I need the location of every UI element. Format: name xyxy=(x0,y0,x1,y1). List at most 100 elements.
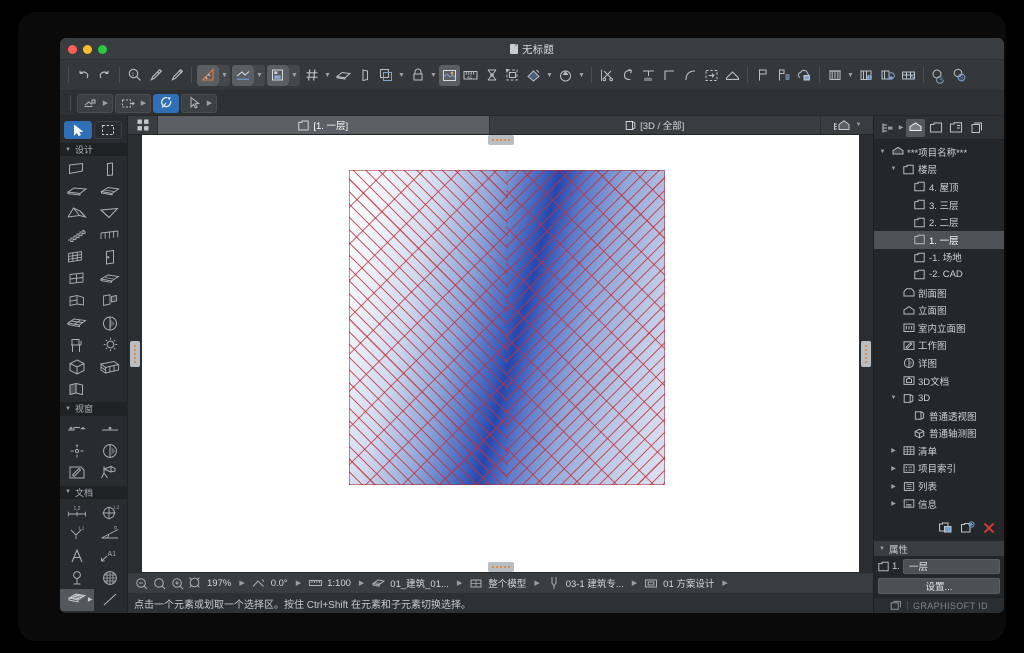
model-view-icon[interactable] xyxy=(642,577,660,590)
publisher-sets-button[interactable] xyxy=(966,119,985,137)
wall-end-tool[interactable] xyxy=(94,290,128,312)
layers-icon[interactable] xyxy=(369,577,387,590)
new-view-plus-button[interactable] xyxy=(960,520,975,540)
zoom-tool-button[interactable]: 1 xyxy=(124,65,145,86)
material-button[interactable] xyxy=(523,65,544,86)
chevron-down-icon[interactable]: ▼ xyxy=(845,65,856,86)
zoom-level[interactable]: 197% xyxy=(204,578,234,589)
lock-button[interactable] xyxy=(407,65,428,86)
label-tool[interactable]: A1 xyxy=(94,545,128,567)
chevron-right-icon[interactable]: ▶ xyxy=(888,500,899,507)
properties-header[interactable]: ▼ 属性 xyxy=(874,541,1004,556)
fillet-button[interactable] xyxy=(680,65,701,86)
chevron-down-icon[interactable]: ▼ xyxy=(856,122,862,128)
chevron-right-icon[interactable]: ▶ xyxy=(452,579,467,587)
wall-tool[interactable] xyxy=(60,158,94,180)
navigator-tree-item[interactable]: -1. 场地 xyxy=(874,249,1004,267)
wall-tool-button[interactable] xyxy=(354,65,375,86)
chevron-right-icon[interactable]: ▶ xyxy=(291,579,306,587)
library-update-button[interactable] xyxy=(877,65,898,86)
view-map-button[interactable] xyxy=(926,119,945,137)
chevron-right-icon[interactable]: ▶ xyxy=(888,465,899,472)
grid-snap-button[interactable] xyxy=(301,65,322,86)
adjust-button[interactable] xyxy=(701,65,722,86)
chevron-down-icon[interactable]: ▼ xyxy=(396,65,407,86)
corner-button[interactable] xyxy=(659,65,680,86)
column-tool[interactable] xyxy=(94,158,128,180)
chevron-right-icon[interactable]: ▶ xyxy=(529,579,544,587)
chevron-down-icon[interactable]: ▼ xyxy=(544,65,555,86)
rotate-tool-button[interactable] xyxy=(153,93,179,113)
zoom-prev-icon[interactable] xyxy=(150,577,168,590)
navigator-tree-item[interactable]: 剖面图 xyxy=(874,284,1004,302)
fill-tool[interactable] xyxy=(94,567,128,589)
chevron-down-icon[interactable]: ▼ xyxy=(888,395,899,401)
structure-display[interactable]: 整个模型 xyxy=(485,576,529,590)
morph-tool[interactable] xyxy=(60,356,94,378)
zone-stamp-tool[interactable] xyxy=(60,567,94,589)
mesh-tool[interactable] xyxy=(60,312,94,334)
roof-button[interactable] xyxy=(722,65,743,86)
section-tool[interactable] xyxy=(60,418,94,440)
navigator-tree-item[interactable]: 3. 三层 xyxy=(874,196,1004,214)
navigator-tree-item[interactable]: ▶ 清单 xyxy=(874,442,1004,460)
chevron-down-icon[interactable]: ▼ xyxy=(219,65,230,86)
interior-elevation-tool[interactable] xyxy=(60,440,94,462)
door-tool[interactable] xyxy=(94,246,128,268)
navigator-tree-item[interactable]: ▼ ***项目名称*** xyxy=(874,143,1004,161)
view-style-button[interactable]: ▼ xyxy=(821,116,873,134)
navigator-tree-item[interactable]: ▼ 楼层 xyxy=(874,161,1004,179)
teamwork-send-button[interactable]: S xyxy=(928,65,949,86)
palette-section-document-header[interactable]: ▼ 文档 xyxy=(60,485,127,499)
line-tool[interactable] xyxy=(94,589,128,611)
tab-floor-plan[interactable]: [1. 一层] xyxy=(158,116,490,134)
marquee-tool[interactable] xyxy=(94,121,122,139)
chevron-right-icon[interactable]: ▶ xyxy=(888,447,899,454)
navigator-tree-item[interactable]: 1. 一层 xyxy=(874,230,1004,249)
clone-folder-button[interactable] xyxy=(938,521,953,540)
navigator-tree-item[interactable]: 普通轴测图 xyxy=(874,425,1004,443)
orientation-icon[interactable] xyxy=(250,577,268,590)
chevron-right-icon[interactable]: ▶ xyxy=(717,579,732,587)
skylight-tool[interactable] xyxy=(94,268,128,290)
camera-tool[interactable] xyxy=(94,462,128,484)
navigator-tree-item[interactable]: 立面图 xyxy=(874,301,1004,319)
navigator-tree-item[interactable]: ▶ 项目索引 xyxy=(874,460,1004,478)
eyedropper-inject-button[interactable] xyxy=(166,65,187,86)
chevron-right-icon[interactable]: ▶ xyxy=(234,579,249,587)
corner-window-tool[interactable] xyxy=(60,290,94,312)
cloud-publish-button[interactable] xyxy=(794,65,815,86)
chevron-down-icon[interactable]: ▼ xyxy=(289,65,300,86)
chevron-down-icon[interactable]: ▼ xyxy=(428,65,439,86)
curtain-wall-tool[interactable] xyxy=(60,246,94,268)
truss-tool[interactable] xyxy=(94,356,128,378)
roof-tool[interactable] xyxy=(60,202,94,224)
copy-layers-button[interactable] xyxy=(375,65,396,86)
navigator-tree-item[interactable]: ▼ 3D xyxy=(874,389,1004,407)
palette-section-design-header[interactable]: ▼ 设计 xyxy=(60,143,127,157)
chevron-down-icon[interactable]: ▼ xyxy=(254,65,265,86)
list-marker-button[interactable] xyxy=(773,65,794,86)
zoom-out-icon[interactable] xyxy=(132,577,150,590)
library-info-button[interactable]: i xyxy=(856,65,877,86)
navigator-settings-button[interactable] xyxy=(877,119,896,137)
split-button[interactable] xyxy=(596,65,617,86)
drawing-scale[interactable]: 1:100 xyxy=(324,578,354,589)
navigator-tree-item[interactable]: 普通透视图 xyxy=(874,407,1004,425)
marker-button[interactable] xyxy=(752,65,773,86)
magic-wand-button[interactable] xyxy=(617,65,638,86)
measure-tool-button[interactable] xyxy=(197,64,218,86)
chevron-down-icon[interactable]: ▼ xyxy=(877,149,888,155)
properties-story-combo[interactable]: 一层 xyxy=(902,558,1000,574)
level-dimension-tool[interactable]: 1,2 xyxy=(60,523,94,545)
chevron-right-icon[interactable]: ▶ xyxy=(627,579,642,587)
slab-tool-button[interactable] xyxy=(333,65,354,86)
tab-3d-all[interactable]: [3D / 全部] xyxy=(490,116,821,134)
dimension-button[interactable]: 42 xyxy=(460,65,481,86)
beam-tool[interactable] xyxy=(60,180,94,202)
drop-fill-button[interactable] xyxy=(555,65,576,86)
navigator-tree-item[interactable]: 详图 xyxy=(874,354,1004,372)
chevron-right-icon[interactable]: ▶ xyxy=(101,99,110,107)
chevron-right-icon[interactable]: ▶ xyxy=(88,596,93,603)
worksheet-tool[interactable] xyxy=(60,462,94,484)
